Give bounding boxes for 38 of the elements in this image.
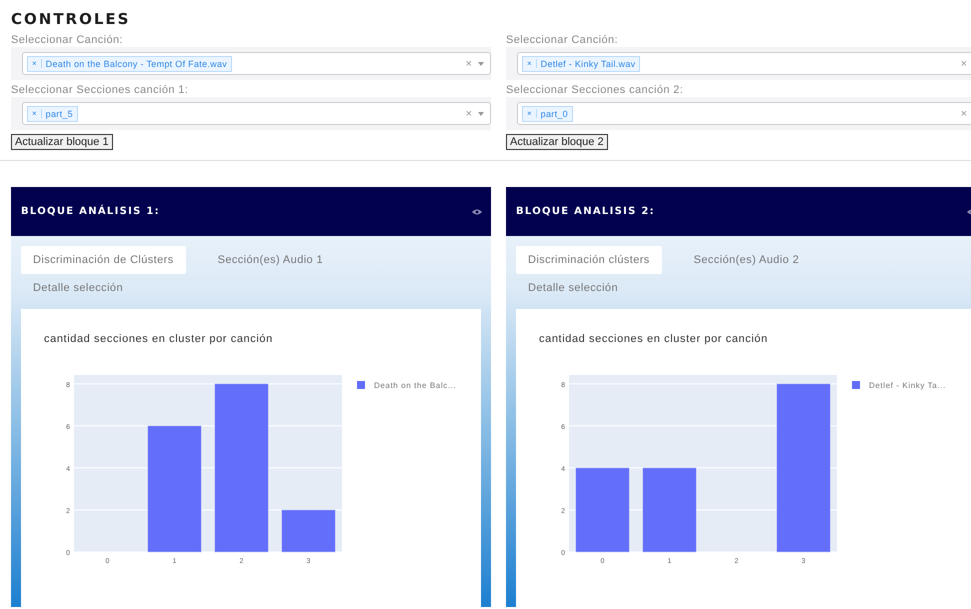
tab[interactable]: Detalle selección (21, 274, 135, 302)
field-label: Seleccionar Canción: (11, 34, 124, 46)
tab[interactable]: Discriminación de Clústers (21, 246, 186, 274)
clear-button[interactable]: × (960, 108, 967, 120)
tab[interactable]: Discriminación clústers (516, 246, 662, 274)
tab[interactable]: Sección(es) Audio 1 (206, 246, 336, 274)
field-label: Seleccionar Canción: (506, 34, 619, 46)
tab[interactable]: Detalle selección (516, 274, 630, 302)
section-title: CONTROLES (11, 10, 130, 28)
tag-label: part_0 (540, 108, 569, 118)
panel-title: BLOQUE ANÁLISIS 1: (21, 206, 160, 217)
remove-tag-button[interactable]: × (28, 59, 42, 68)
tag-label: Detlef - Kinky Tail.wav (540, 58, 636, 68)
legend-label: Detlef - Kinky Ta... (869, 381, 946, 390)
song-select[interactable]: × Death on the Balcony - Tempt Of Fate.wav × (22, 52, 491, 75)
panel-title: BLOQUE ANALISIS 2: (516, 206, 655, 217)
legend-label: Death on the Balc... (374, 381, 456, 390)
clear-button[interactable]: × (960, 58, 967, 70)
caret-icon[interactable] (478, 112, 484, 116)
caret-icon[interactable] (478, 62, 484, 66)
chart-title: cantidad secciones en cluster por canción (539, 333, 768, 345)
remove-tag-button[interactable]: × (28, 109, 42, 118)
tag-label: Death on the Balcony - Tempt Of Fate.wav (44, 58, 228, 68)
eye-icon[interactable] (472, 208, 482, 214)
clear-button[interactable]: × (466, 58, 472, 70)
field-label: Seleccionar Secciones canción 1: (11, 84, 190, 96)
update-button[interactable]: Actualizar bloque 2 (506, 134, 608, 150)
remove-tag-button[interactable]: × (523, 109, 537, 118)
clear-button[interactable]: × (466, 108, 472, 120)
update-button[interactable]: Actualizar bloque 1 (11, 134, 113, 150)
tab[interactable]: Sección(es) Audio 2 (682, 246, 812, 274)
sections-select[interactable]: × part_0 × (517, 102, 971, 125)
chart-title: cantidad secciones en cluster por canción (44, 333, 273, 345)
sections-select[interactable]: × part_5 × (22, 102, 491, 125)
remove-tag-button[interactable]: × (523, 59, 537, 68)
field-label: Seleccionar Secciones canción 2: (506, 84, 684, 96)
tag-label: part_5 (44, 108, 74, 118)
song-select[interactable]: × Detlef - Kinky Tail.wav × (517, 52, 971, 75)
